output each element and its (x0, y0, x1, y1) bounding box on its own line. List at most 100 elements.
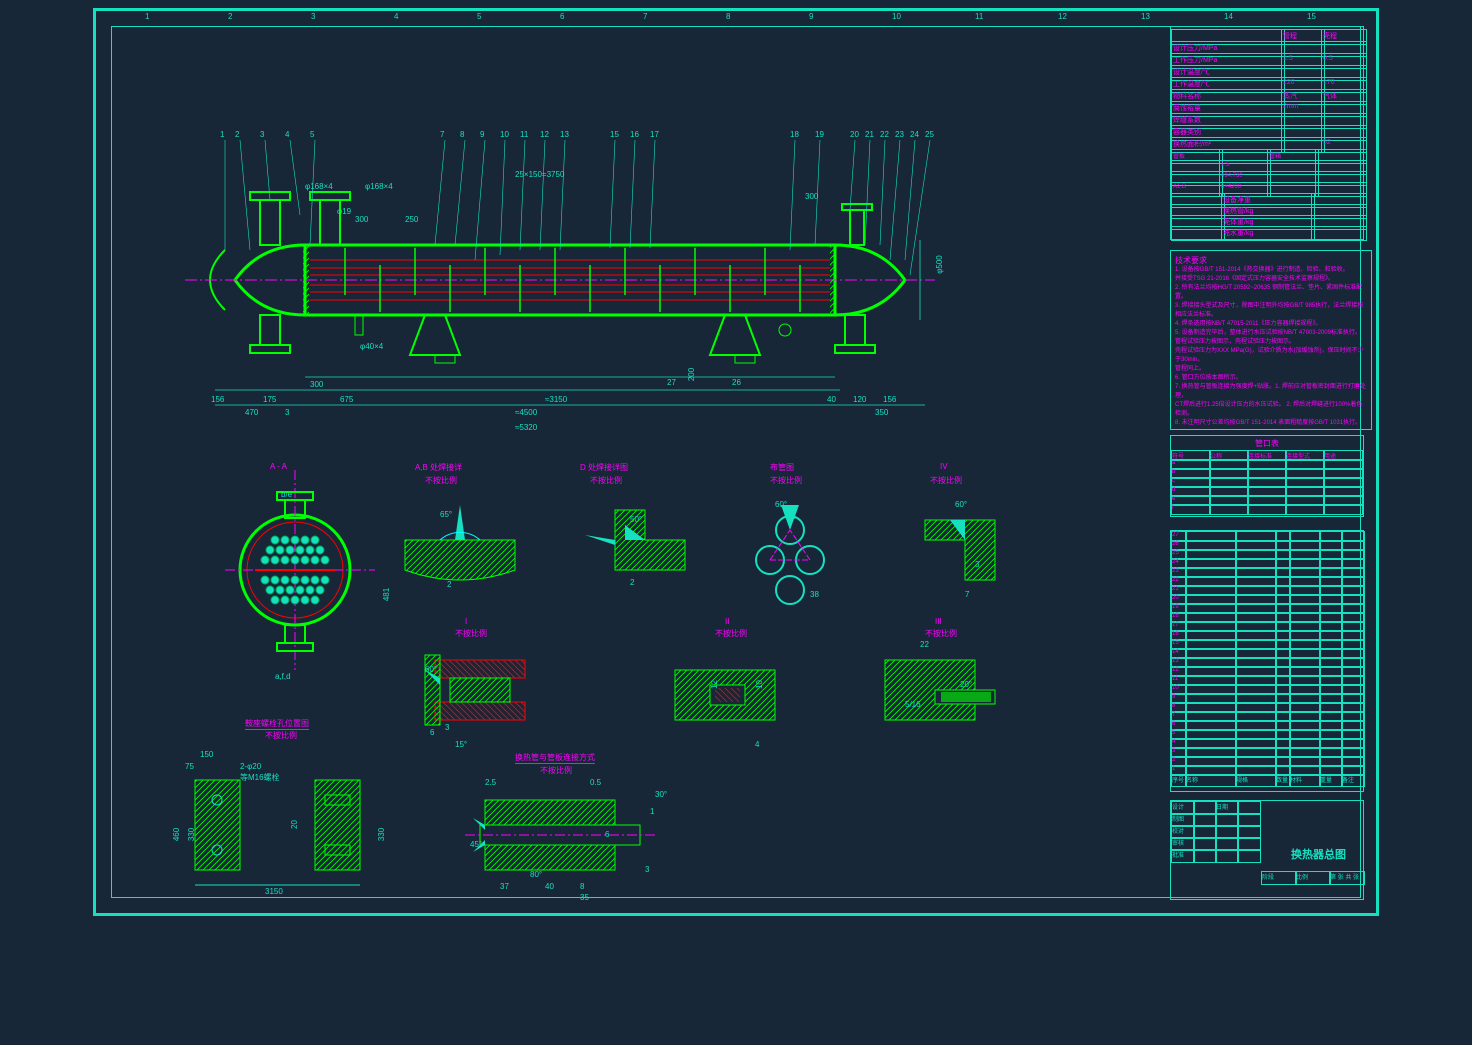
callout-24: 24 (910, 130, 919, 139)
det-d-2: 2 (630, 578, 634, 587)
tb-sheet: 第 张 共 张 (1329, 871, 1365, 885)
title-block: 设计日期制图校对审核批准阶段比例第 张 共 张 换热器总图 (1170, 800, 1364, 900)
det-ab-ang: 65° (440, 510, 452, 519)
ruler-12: 12 (1058, 12, 1067, 21)
tech-line: 7. 换热管与管板连接为强度焊+贴胀。1. 焊前应对管板密封面进行打磨处理， (1175, 383, 1367, 401)
det-i-15: 15° (455, 740, 467, 749)
d250: 250 (405, 215, 418, 224)
det-tube-38: 38 (787, 512, 796, 521)
tb-scale: 比例 (1295, 871, 1331, 885)
detail-ii (655, 630, 815, 750)
tech-line: 1. 设备按GB/T 151-2014《热交换器》进行制造、检验、和验收。 (1175, 266, 1367, 275)
ts-45: 45° (470, 840, 482, 849)
tech-line: 6. 管口方位按本图所示。 (1175, 374, 1367, 383)
bom-head: 名称 (1185, 774, 1237, 787)
ruler-8: 8 (726, 12, 730, 21)
ts-30: 30° (655, 790, 667, 799)
callout-4: 4 (285, 130, 289, 139)
tech-line: 并接受TSG 21-2016《固定式压力容器安全技术监察规程》。 (1175, 275, 1367, 284)
nozzle-header: 管口表 (1171, 436, 1363, 451)
dd-wt: 充水重/kg (1221, 226, 1315, 241)
callout-11: 11 (520, 130, 528, 139)
noz-cell: f (1171, 504, 1211, 515)
dr40: 40 (827, 395, 836, 404)
tubesheet-sub: 不按比例 (540, 765, 572, 776)
sec-aa-top: b/e (281, 490, 292, 499)
noz-cell (1209, 504, 1249, 515)
tb-cell (1237, 849, 1261, 863)
tb-cell: 批准 (1171, 849, 1195, 863)
saddle-2d20: 2-φ20 (240, 762, 261, 771)
dr300: 300 (805, 192, 818, 201)
callout-13: 13 (560, 130, 569, 139)
ts-1: 1 (650, 807, 654, 816)
dd-wt (1311, 226, 1367, 241)
d300: 300 (355, 215, 368, 224)
drawing-title: 换热器总图 (1291, 846, 1346, 862)
dr120: 120 (853, 395, 866, 404)
det-iii-label: III (935, 617, 942, 626)
ts-35: 35 (580, 893, 589, 902)
tech-line: 5. 设备制造完毕后，整体进行水压试验按NB/T 47003-2009标准执行。 (1175, 329, 1367, 338)
det-iv-sub: 不按比例 (930, 475, 962, 486)
det-i-label: I (465, 617, 467, 626)
saddle-330: 330 (187, 828, 196, 841)
callout-8: 8 (460, 130, 464, 139)
tb-stage: 阶段 (1261, 871, 1297, 885)
ruler-14: 14 (1224, 12, 1233, 21)
det-ab-sub: 不按比例 (425, 475, 457, 486)
ts-3: 3 (645, 865, 649, 874)
tech-line: 壳程试验压力为XXX MPa(G)，试验介质为水(加缓蚀剂)，保压时间不少于30… (1175, 347, 1367, 365)
det-iv-7: 7 (965, 590, 969, 599)
tech-line: 2. 所有法兰均按HG/T 20592~20635 钢制管法兰、垫片、紧固件标准… (1175, 284, 1367, 302)
cad-canvas: 123456789101112131415 (85, 0, 1387, 924)
callout-15: 15 (610, 130, 619, 139)
tubesheet-label: 换热管与管板连接方式 (515, 752, 595, 764)
d156: 156 (211, 395, 224, 404)
det-iii-20: 20° (960, 680, 972, 689)
ruler-13: 13 (1141, 12, 1150, 21)
noz-cell (1285, 504, 1325, 515)
bom-head: 规格 (1235, 774, 1277, 787)
tech-line: 管程试验压力按图示，壳程试验压力按图示。 (1175, 338, 1367, 347)
detail-iii (865, 630, 1025, 750)
d26: 26 (732, 378, 741, 387)
det-i-60: 60° (425, 665, 437, 674)
saddle-3150: 3150 (265, 887, 283, 896)
d200: 200 (687, 368, 696, 381)
saddle-label: 鞍座螺栓孔位置图 (245, 718, 309, 730)
det-ii-sub: 不按比例 (715, 628, 747, 639)
tech-line: 8. 未注明尺寸公差均按GB/T 151-2014 表面粗糙度按GB/T 103… (1175, 419, 1367, 428)
saddle-460: 460 (172, 828, 181, 841)
ruler-4: 4 (394, 12, 398, 21)
d175: 175 (263, 395, 276, 404)
det-iv-ang: 60° (955, 500, 967, 509)
ruler-1: 1 (145, 12, 149, 21)
callout-2: 2 (235, 130, 239, 139)
bom-head: 重量 (1319, 774, 1343, 787)
callout-12: 12 (540, 130, 549, 139)
saddle-20: 20 (290, 820, 299, 829)
saddle-75: 75 (185, 762, 194, 771)
saddle-sub: 不按比例 (265, 730, 297, 741)
det-ab-label: A,B 处焊接详 (415, 462, 462, 473)
callout-9: 9 (480, 130, 484, 139)
saddle-m16: 等M16螺栓 (240, 772, 280, 783)
tech-line: CT焊后进行1.25倍设计压力的水压试验。 2. 焊后对焊缝进行100%着色检测… (1175, 401, 1367, 419)
ts-37: 37 (500, 882, 509, 891)
ts-8: 8 (580, 882, 584, 891)
tech-line: 3. 焊接接头型式及尺寸，除图中注明外均按GB/T 985执行，法兰焊接按相应法… (1175, 302, 1367, 320)
callout-21: 21 (865, 130, 874, 139)
ruler-5: 5 (477, 12, 481, 21)
detail-tube (715, 490, 865, 610)
ruler-11: 11 (975, 12, 983, 21)
tubesheet-joint (445, 770, 675, 900)
sec-aa-label: A - A (270, 462, 287, 471)
callout-10: 10 (500, 130, 509, 139)
ts-05: 0.5 (590, 778, 601, 787)
ruler-15: 15 (1307, 12, 1316, 21)
callout-17: 17 (650, 130, 659, 139)
dim-shell: ≈3150 (545, 395, 567, 404)
dim-diameter: φ500 (935, 255, 944, 274)
det-ii-10: 10 (755, 680, 764, 689)
